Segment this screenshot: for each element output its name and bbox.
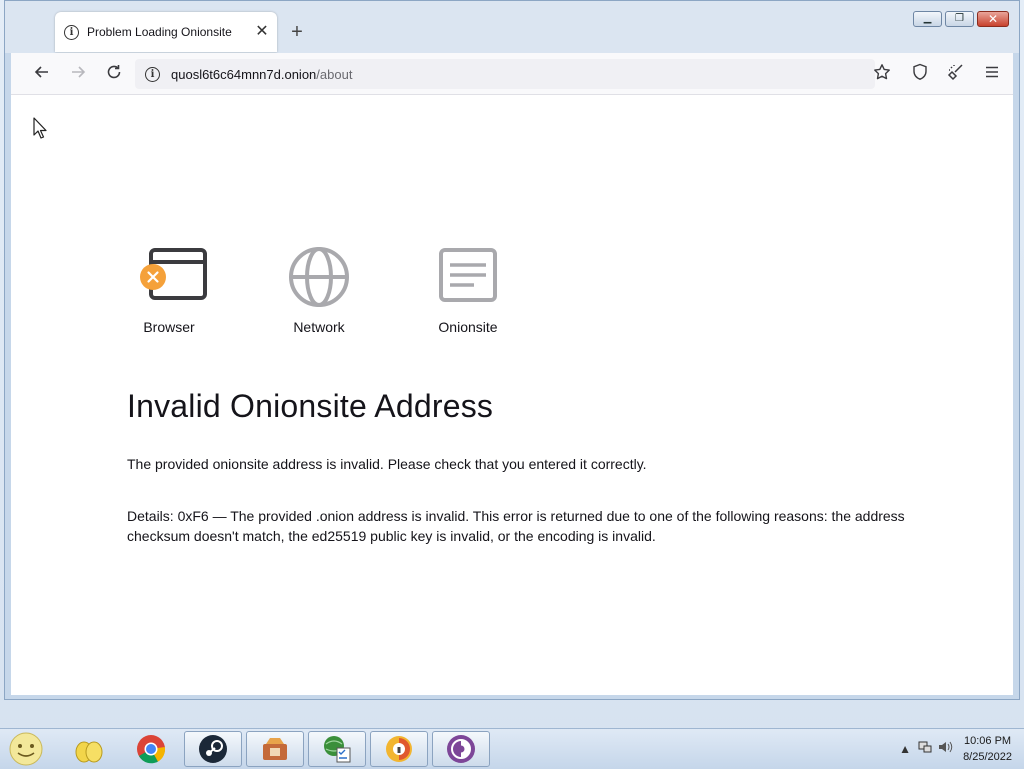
arrow-right-icon [72,66,86,78]
start-orb-icon [9,732,43,766]
taskbar-steam[interactable] [184,731,242,767]
url-path: /about [316,66,353,82]
clock[interactable]: 10:06 PM 8/25/2022 [963,733,1012,765]
system-tray: ▲ 10:06 PM 8/25/2022 [895,729,1024,769]
stage-label-network: Network [293,319,345,335]
stage-network: Network [269,245,369,335]
title-bar: i Problem Loading Onionsite ✕ + ▁ ❐ ✕ [5,1,1019,53]
site-info-icon[interactable]: i [145,66,160,82]
hamburger-menu-icon [986,66,998,78]
app-store-icon [263,738,287,760]
tor-browser-icon [447,735,475,763]
minimize-button[interactable]: ▁ [913,11,942,27]
info-icon: i [64,24,79,40]
mouse-cursor-icon [33,117,47,139]
new-identity-button[interactable] [945,63,967,85]
network-monitor-icon [918,741,932,753]
start-button[interactable] [0,731,52,767]
stage-label-browser: Browser [143,319,195,335]
back-button[interactable] [31,63,53,85]
taskbar-file-explorer[interactable] [60,731,118,767]
browser-window: i Problem Loading Onionsite ✕ + ▁ ❐ ✕ i … [4,0,1020,700]
tab-active[interactable]: i Problem Loading Onionsite ✕ [55,12,277,52]
taskbar-internet-explorer[interactable] [308,731,366,767]
stage-onionsite: Onionsite [418,245,518,335]
taskbar-antivirus[interactable] [370,731,428,767]
speaker-icon [939,741,953,753]
chevron-up-icon[interactable]: ▲ [895,739,915,759]
error-title: Invalid Onionsite Address [127,388,494,424]
close-icon[interactable]: ✕ [253,23,271,41]
globe-icon [289,247,349,307]
bookmark-button[interactable] [871,63,893,85]
taskbar: ▲ 10:06 PM 8/25/2022 [0,728,1024,769]
taskbar-tor-browser[interactable] [432,731,490,767]
taskbar-app-store[interactable] [246,731,304,767]
shield-button[interactable] [909,63,931,85]
stage-browser: Browser [119,245,219,335]
restore-icon: ❐ [955,13,964,24]
address-bar[interactable]: i quosl6t6c64mnn7d.onion/about [135,59,875,89]
shield-icon [913,63,927,80]
close-window-icon: ✕ [987,12,999,26]
network-icon[interactable] [915,739,935,759]
globe-checklist-icon [324,736,351,763]
chrome-icon [137,735,166,764]
navigation-toolbar: i quosl6t6c64mnn7d.onion/about [11,53,1013,95]
close-window-button[interactable]: ✕ [977,11,1009,27]
arrow-left-icon [34,66,48,78]
clock-time: 10:06 PM [963,735,1012,747]
taskbar-chrome[interactable] [122,731,180,767]
new-tab-button[interactable]: + [287,22,307,42]
shield-lock-icon [386,736,412,762]
steam-icon [199,735,227,763]
menu-button[interactable] [981,63,1003,85]
minimize-icon: ▁ [923,13,932,24]
window-controls: ▁ ❐ ✕ [913,11,1009,27]
clock-date: 8/25/2022 [963,751,1012,763]
tab-title: Problem Loading Onionsite [87,25,232,39]
maximize-button[interactable]: ❐ [945,11,974,27]
browser-window-icon [140,248,207,300]
error-description: The provided onionsite address is invali… [127,456,647,472]
error-details: Details: 0xF6 — The provided .onion addr… [127,508,905,544]
url-host: quosl6t6c64mnn7d.onion [171,66,317,82]
broom-icon [947,64,963,81]
folder-icon [75,741,103,763]
stage-label-onionsite: Onionsite [438,319,498,335]
reload-button[interactable] [103,63,125,85]
forward-button[interactable] [67,63,89,85]
reload-icon [107,65,121,79]
page-content: Browser Network Onionsite Invalid Onions… [11,95,1013,695]
document-icon [439,248,497,302]
volume-icon[interactable] [935,739,955,759]
star-icon [874,64,890,80]
